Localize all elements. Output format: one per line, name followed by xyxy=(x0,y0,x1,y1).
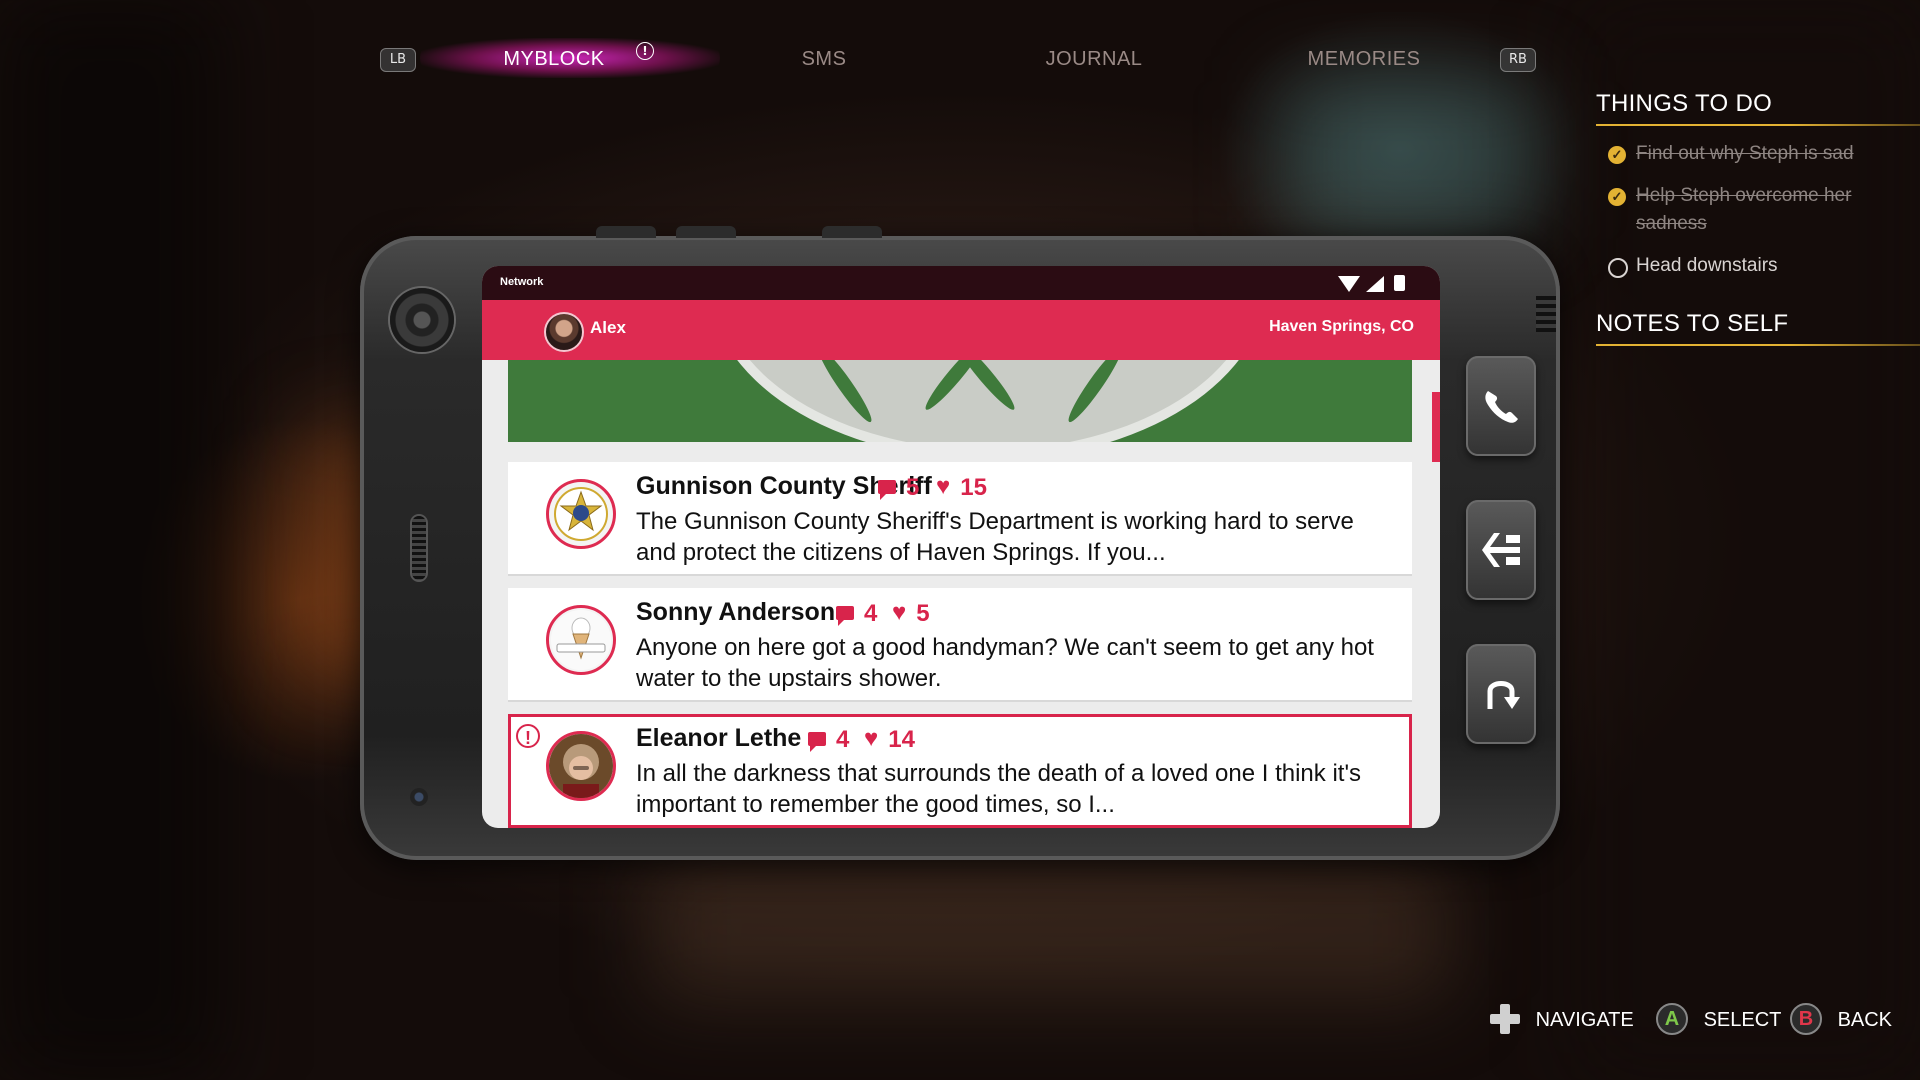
myblock-feed[interactable]: Gunnison County Sheriff 5 ♥ 15 The Gunnis… xyxy=(508,360,1412,828)
task-label: Find out why Steph is sad xyxy=(1636,143,1854,164)
eleanor-portrait-icon xyxy=(549,734,613,798)
section-divider xyxy=(1596,344,1920,346)
task-item: Head downstairs xyxy=(1596,252,1906,280)
background-floor xyxy=(650,860,1450,1000)
heart-icon: ♥ xyxy=(864,724,879,752)
rb-bumper-icon[interactable]: RB xyxy=(1500,48,1536,72)
section-divider xyxy=(1596,124,1920,126)
heart-icon: ♥ xyxy=(936,472,951,500)
task-label: Help Steph overcome her sadness xyxy=(1636,185,1852,234)
hint-navigate: NAVIGATE xyxy=(1490,1000,1634,1040)
heart-icon: ♥ xyxy=(892,598,907,626)
phone-call-button[interactable] xyxy=(1466,356,1536,456)
feed-banner-image xyxy=(508,360,1412,442)
comment-count-value: 4 xyxy=(836,726,850,753)
things-to-do-title: THINGS TO DO xyxy=(1596,90,1773,117)
phone-call-icon xyxy=(1485,391,1518,423)
task-item: ✓ Help Steph overcome her sadness xyxy=(1596,182,1906,238)
phone-tabs: LB MYBLOCK ! SMS JOURNAL MEMORIES RB xyxy=(380,38,1536,78)
camera-icon xyxy=(390,288,454,352)
new-post-alert-icon: ! xyxy=(516,724,540,748)
status-icons xyxy=(1338,274,1418,294)
comment-count-value: 4 xyxy=(864,600,878,627)
feed-scrollbar[interactable] xyxy=(1432,392,1440,462)
microphone-icon xyxy=(410,788,428,806)
user-name: Alex xyxy=(590,318,626,337)
check-icon: ✓ xyxy=(1608,146,1626,164)
phone-volume-button xyxy=(676,226,736,238)
back-button[interactable] xyxy=(1466,644,1536,744)
ice-cream-avatar xyxy=(546,605,616,675)
hint-label: BACK xyxy=(1837,1009,1893,1031)
network-label: Network xyxy=(500,276,544,288)
comment-count-value: 5 xyxy=(906,474,920,501)
comment-count[interactable]: 4 xyxy=(808,726,849,754)
signal-icon xyxy=(1366,276,1384,292)
user-avatar xyxy=(544,312,584,352)
phone-volume-button xyxy=(596,226,656,238)
post-author[interactable]: Sonny Anderson xyxy=(636,598,835,627)
app-header: Alex Haven Springs, CO xyxy=(482,300,1440,360)
feed-post[interactable]: Gunnison County Sheriff 5 ♥ 15 The Gunnis… xyxy=(508,462,1412,574)
hint-select: A SELECT xyxy=(1656,1000,1781,1040)
task-label: Head downstairs xyxy=(1636,255,1778,276)
phone-device: Network Alex Haven Springs, CO Gunnison … xyxy=(360,226,1560,860)
network-icon xyxy=(1482,533,1520,567)
post-text: The Gunnison County Sheriff's Department… xyxy=(636,508,1354,566)
b-button-icon: B xyxy=(1790,1002,1822,1035)
back-arrow-icon xyxy=(1487,681,1520,709)
battery-icon xyxy=(1394,275,1405,291)
comment-icon xyxy=(836,605,854,626)
wifi-icon xyxy=(1338,276,1360,292)
check-icon: ✓ xyxy=(1608,188,1626,206)
game-scene: LB MYBLOCK ! SMS JOURNAL MEMORIES RB Net… xyxy=(0,0,1920,1080)
speaker-grille-icon xyxy=(412,516,426,580)
feed-post-selected[interactable]: ! Eleanor Lethe 4 ♥ 14 In all the darkne… xyxy=(508,714,1412,828)
empty-circle-icon xyxy=(1608,258,1628,278)
comment-icon xyxy=(808,731,826,752)
controller-hints: NAVIGATE A SELECT B BACK xyxy=(1480,1000,1900,1040)
status-bar: Network xyxy=(482,266,1440,300)
things-to-do-panel: THINGS TO DO ✓ Find out why Steph is sad… xyxy=(1596,90,1920,346)
comment-count[interactable]: 5 xyxy=(878,474,919,502)
background-window-glow xyxy=(1280,80,1540,240)
side-grille-icon xyxy=(1536,296,1556,332)
like-count-value: 14 xyxy=(888,726,915,753)
like-count[interactable]: ♥ 15 xyxy=(936,474,987,502)
a-button-icon: A xyxy=(1656,1002,1688,1035)
hint-back: B BACK xyxy=(1790,1000,1892,1040)
task-item: ✓ Find out why Steph is sad xyxy=(1596,140,1906,168)
sheriff-badge-avatar xyxy=(546,479,616,549)
background-blur-left xyxy=(0,0,220,1080)
post-text: In all the darkness that surrounds the d… xyxy=(636,760,1362,818)
ice-cream-icon xyxy=(551,610,611,670)
like-count-value: 15 xyxy=(960,474,987,501)
tab-alert-icon: ! xyxy=(636,42,654,60)
tab-journal[interactable]: JOURNAL xyxy=(994,44,1194,74)
hint-label: NAVIGATE xyxy=(1535,1009,1634,1031)
like-count[interactable]: ♥ 5 xyxy=(892,600,930,628)
phone-screen: Network Alex Haven Springs, CO Gunnison … xyxy=(482,266,1440,828)
post-text: Anyone on here got a good handyman? We c… xyxy=(636,634,1374,692)
comment-count[interactable]: 4 xyxy=(836,600,877,628)
sheriff-badge-icon xyxy=(554,487,608,541)
post-author[interactable]: Eleanor Lethe xyxy=(636,724,801,753)
notes-to-self-title: NOTES TO SELF xyxy=(1596,310,1789,337)
comment-icon xyxy=(878,479,896,500)
eleanor-avatar xyxy=(546,731,616,801)
like-count-value: 5 xyxy=(916,600,930,627)
tab-myblock[interactable]: MYBLOCK xyxy=(454,44,654,74)
dpad-icon xyxy=(1490,1003,1520,1034)
lb-bumper-icon[interactable]: LB xyxy=(380,48,416,72)
location-label: Haven Springs, CO xyxy=(1269,318,1414,335)
network-button[interactable] xyxy=(1466,500,1536,600)
phone-power-button xyxy=(822,226,882,238)
hint-label: SELECT xyxy=(1703,1009,1782,1031)
like-count[interactable]: ♥ 14 xyxy=(864,726,915,754)
tab-memories[interactable]: MEMORIES xyxy=(1264,44,1464,74)
feed-post[interactable]: Sonny Anderson 4 ♥ 5 Anyone on here got a… xyxy=(508,588,1412,700)
tab-sms[interactable]: SMS xyxy=(724,44,924,74)
